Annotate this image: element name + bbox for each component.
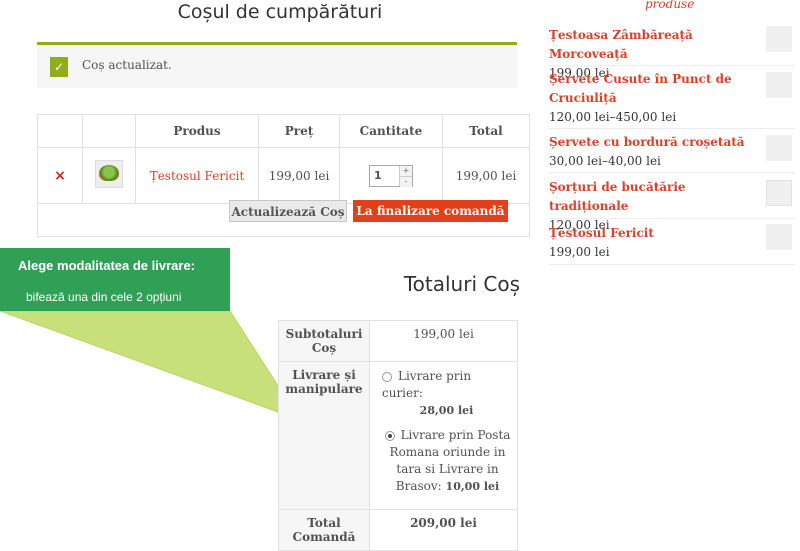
turtle-toy-icon[interactable] — [766, 224, 792, 250]
notice-message: Coș actualizat. — [82, 58, 172, 72]
shipping-option-price: 10,00 lei — [445, 480, 500, 493]
crochet-napkin-icon[interactable] — [766, 135, 792, 161]
order-total-label: Total Comandă — [278, 509, 370, 551]
napkin-icon[interactable] — [766, 72, 792, 98]
turtle-toy-icon — [99, 165, 119, 181]
sidebar-product-item: Țestosul Fericit 199,00 lei — [549, 224, 800, 259]
shipping-label: Livrare și manipulare — [278, 361, 370, 510]
radio-courier[interactable] — [382, 371, 392, 382]
remove-item-icon[interactable]: × — [54, 168, 66, 184]
item-price: 199,00 lei — [258, 147, 340, 204]
header-price: Preț — [258, 114, 340, 148]
quantity-stepper[interactable]: 1 + - — [369, 164, 413, 187]
header-total: Total — [442, 114, 530, 148]
sidebar-product-price: 199,00 lei — [549, 245, 610, 259]
cart-totals-table: Subtotaluri Coș 199,00 lei Livrare și ma… — [278, 320, 518, 551]
subtotal-value: 199,00 lei — [369, 320, 518, 362]
header-quantity: Cantitate — [339, 114, 443, 148]
sidebar-product-item: Șervete cu bordură croșetată 30,00 lei–4… — [549, 133, 800, 168]
sidebar-product-link[interactable]: Șervete Cusute în Punct de Cruciuliță — [549, 70, 749, 108]
quantity-increase-button[interactable]: + — [400, 165, 412, 176]
order-total-value: 209,00 lei — [369, 509, 518, 551]
update-cart-button[interactable]: Actualizează Coș — [229, 200, 347, 222]
shipping-option-label: Livrare prin curier: — [382, 369, 472, 400]
quantity-input[interactable]: 1 — [370, 166, 399, 186]
cart-header-row: Produs Preț Cantitate Total — [37, 114, 530, 148]
sidebar-product-price: 120,00 lei–450,00 lei — [549, 110, 677, 124]
item-total: 199,00 lei — [442, 147, 530, 204]
cart-totals-title: Totaluri Coș — [403, 272, 520, 296]
sidebar-product-item: Șervete Cusute în Punct de Cruciuliță 12… — [549, 70, 800, 124]
turtle-carrot-icon[interactable] — [766, 26, 792, 52]
product-link[interactable]: Țestosul Fericit — [150, 169, 245, 183]
header-product: Produs — [135, 114, 259, 148]
apron-icon[interactable] — [766, 180, 792, 206]
order-total-row: Total Comandă 209,00 lei — [278, 509, 518, 551]
cart-updated-notice: ✓ Coș actualizat. — [37, 42, 517, 88]
header-remove — [37, 114, 83, 148]
shipping-callout: Alege modalitatea de livrare: bifează un… — [0, 248, 230, 311]
shipping-option-price: 28,00 lei — [419, 404, 474, 417]
sidebar-product-link[interactable]: Țestosul Fericit — [549, 224, 749, 243]
shipping-option-posta[interactable]: Livrare prin Posta Romana oriunde in tar… — [376, 427, 511, 495]
product-thumbnail[interactable] — [95, 160, 123, 188]
page-title: Coșul de cumpărături — [177, 1, 383, 23]
shipping-row: Livrare și manipulare Livrare prin curie… — [278, 361, 518, 510]
quantity-decrease-button[interactable]: - — [400, 175, 412, 187]
header-thumbnail — [82, 114, 136, 148]
radio-posta[interactable] — [384, 430, 395, 441]
sidebar-product-link[interactable]: Șervete cu bordură croșetată — [549, 133, 749, 152]
sidebar-product-link[interactable]: Șorțuri de bucătărie tradiționale — [549, 178, 749, 216]
checkmark-icon: ✓ — [50, 57, 68, 77]
callout-subtitle: bifează una din cele 2 opțiuni — [26, 290, 182, 304]
cart-item-row: × Țestosul Fericit 199,00 lei 1 + - 199,… — [37, 147, 530, 204]
checkout-button[interactable]: La finalizare comandă — [353, 200, 508, 222]
sidebar-product-price: 30,00 lei–40,00 lei — [549, 154, 661, 168]
subtotal-label: Subtotaluri Coș — [278, 320, 370, 362]
shipping-option-courier[interactable]: Livrare prin curier: 28,00 lei — [376, 368, 511, 419]
sidebar-product-link[interactable]: Țestoasa Zâmbăreață Morcoveață — [549, 26, 749, 64]
subtotal-row: Subtotaluri Coș 199,00 lei — [278, 320, 518, 362]
sidebar-heading: produse — [645, 0, 695, 11]
callout-title: Alege modalitatea de livrare: — [18, 258, 196, 273]
